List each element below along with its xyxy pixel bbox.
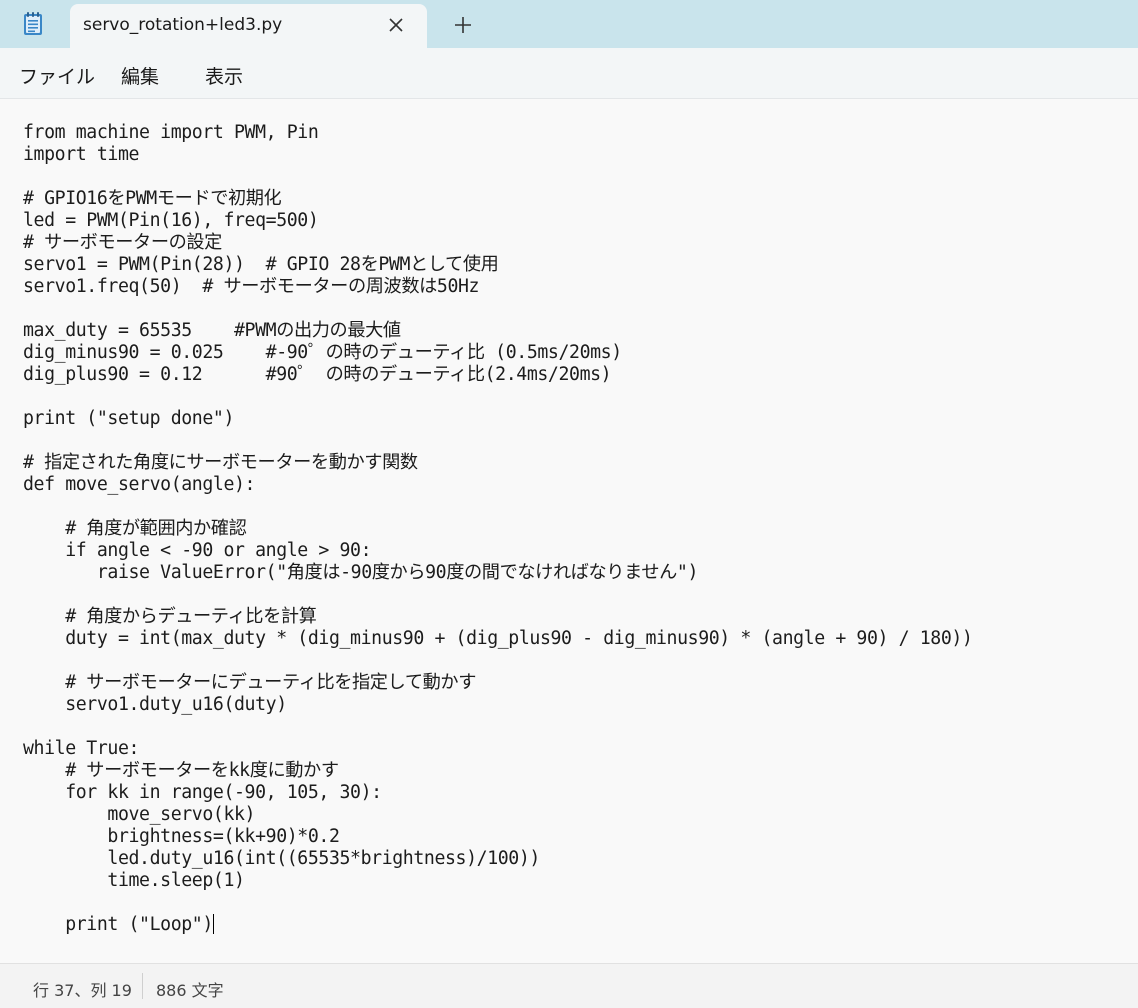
text-caret: [212, 914, 214, 934]
character-count: 886 文字: [156, 981, 224, 1000]
tab-servo-rotation-led3[interactable]: servo_rotation+led3.py: [70, 4, 427, 48]
editor-content[interactable]: from machine import PWM, Pin import time…: [23, 122, 973, 936]
editor-text: from machine import PWM, Pin import time…: [23, 122, 973, 935]
text-editor[interactable]: from machine import PWM, Pin import time…: [0, 99, 1138, 962]
status-bar: 行 37、列 19 886 文字: [0, 963, 1138, 1008]
plus-icon[interactable]: [452, 14, 474, 36]
status-divider: [142, 973, 143, 999]
close-icon[interactable]: [386, 15, 406, 35]
notepad-window: servo_rotation+led3.py ファイル 編集 表示 from m…: [0, 0, 1138, 1008]
menu-bar: ファイル 編集 表示: [0, 48, 1138, 99]
title-bar: servo_rotation+led3.py: [0, 0, 1138, 48]
tab-title: servo_rotation+led3.py: [83, 15, 283, 35]
cursor-position: 行 37、列 19: [33, 981, 132, 1000]
menu-file[interactable]: ファイル: [19, 62, 95, 89]
notepad-icon[interactable]: [23, 12, 43, 36]
menu-view[interactable]: 表示: [205, 62, 243, 89]
menu-edit[interactable]: 編集: [121, 62, 159, 89]
